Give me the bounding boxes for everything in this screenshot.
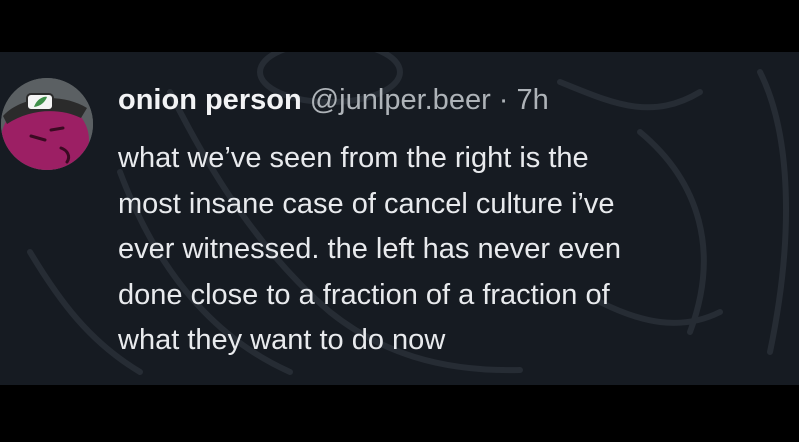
post-timestamp[interactable]: 7h — [517, 84, 549, 116]
author-handle[interactable]: @junlper.beer — [310, 84, 491, 116]
post-text-line: what we’ve seen from the right is the — [118, 142, 589, 174]
post-card[interactable]: onion person @junlper.beer · 7h what we’… — [0, 52, 799, 385]
avatar[interactable] — [1, 78, 93, 170]
post-text: what we’ve seen from the right is the mo… — [118, 136, 793, 364]
post-text-line: what they want to do now — [118, 324, 446, 356]
onion-character-avatar-icon — [1, 78, 93, 170]
post-text-line: ever witnessed. the left has never even — [118, 233, 621, 265]
meta-separator: · — [498, 84, 509, 116]
author-display-name[interactable]: onion person — [118, 84, 302, 116]
post-text-line: done close to a fraction of a fraction o… — [118, 278, 610, 311]
screenshot-frame: onion person @junlper.beer · 7h what we’… — [0, 0, 799, 442]
post-header: onion person @junlper.beer · 7h — [118, 80, 549, 120]
post-text-line: most insane case of cancel culture i’ve — [118, 187, 615, 220]
